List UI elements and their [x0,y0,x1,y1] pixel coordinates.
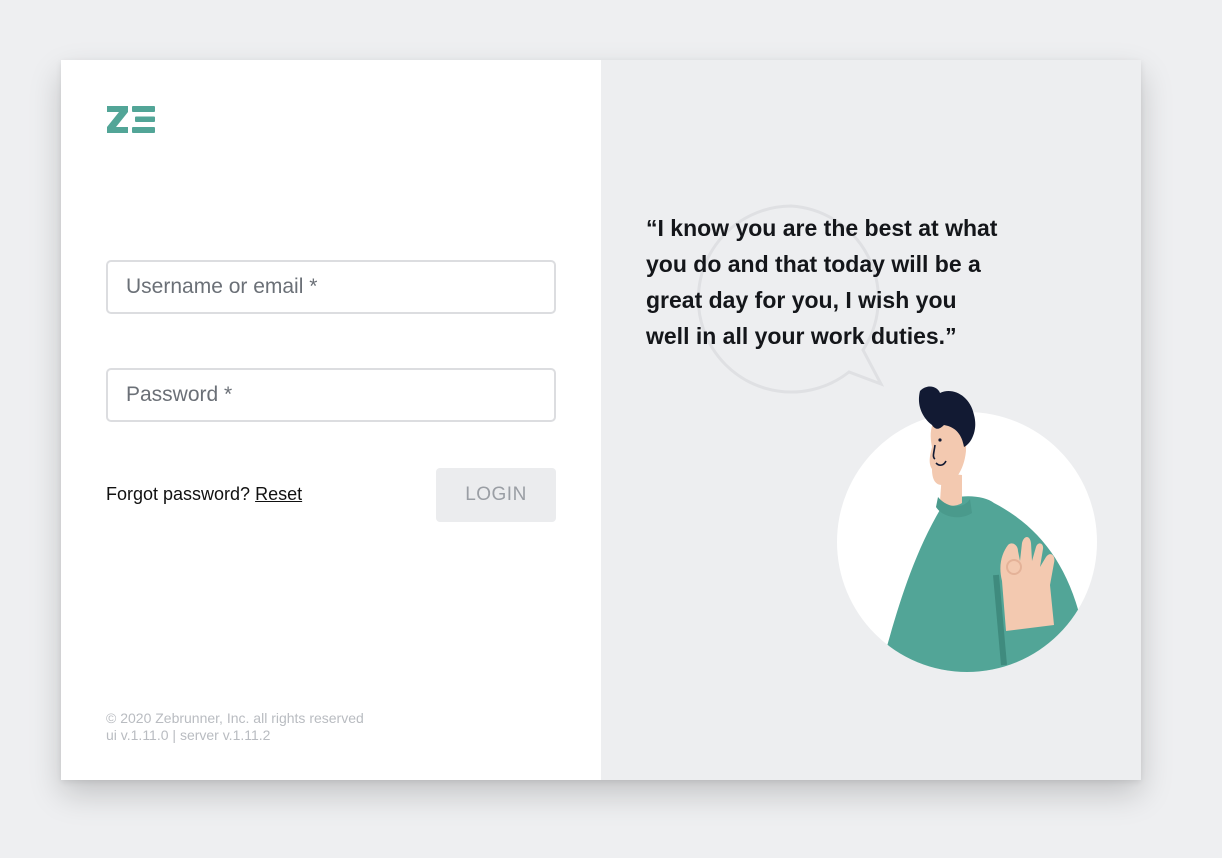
forgot-password-text: Forgot password? [106,484,251,504]
version-text: ui v.1.11.0 | server v.1.11.2 [106,727,271,743]
promo-panel: “I know you are the best at what you do … [601,60,1141,780]
login-button[interactable]: LOGIN [436,468,556,522]
footer: © 2020 Zebrunner, Inc. all rights reserv… [106,710,364,744]
username-input[interactable] [106,260,556,314]
person-ok-gesture-illustration [837,386,1097,672]
reset-password-link[interactable]: Reset [255,484,302,504]
zebrunner-logo-icon [107,106,155,133]
motivational-quote: “I know you are the best at what you do … [646,215,998,349]
login-panel: Forgot password? Reset LOGIN © 2020 Zebr… [61,60,601,780]
password-input[interactable] [106,368,556,422]
forgot-password-row: Forgot password? Reset [106,484,302,505]
login-card: Forgot password? Reset LOGIN © 2020 Zebr… [61,60,1141,780]
copyright-text: © 2020 Zebrunner, Inc. all rights reserv… [106,710,364,726]
